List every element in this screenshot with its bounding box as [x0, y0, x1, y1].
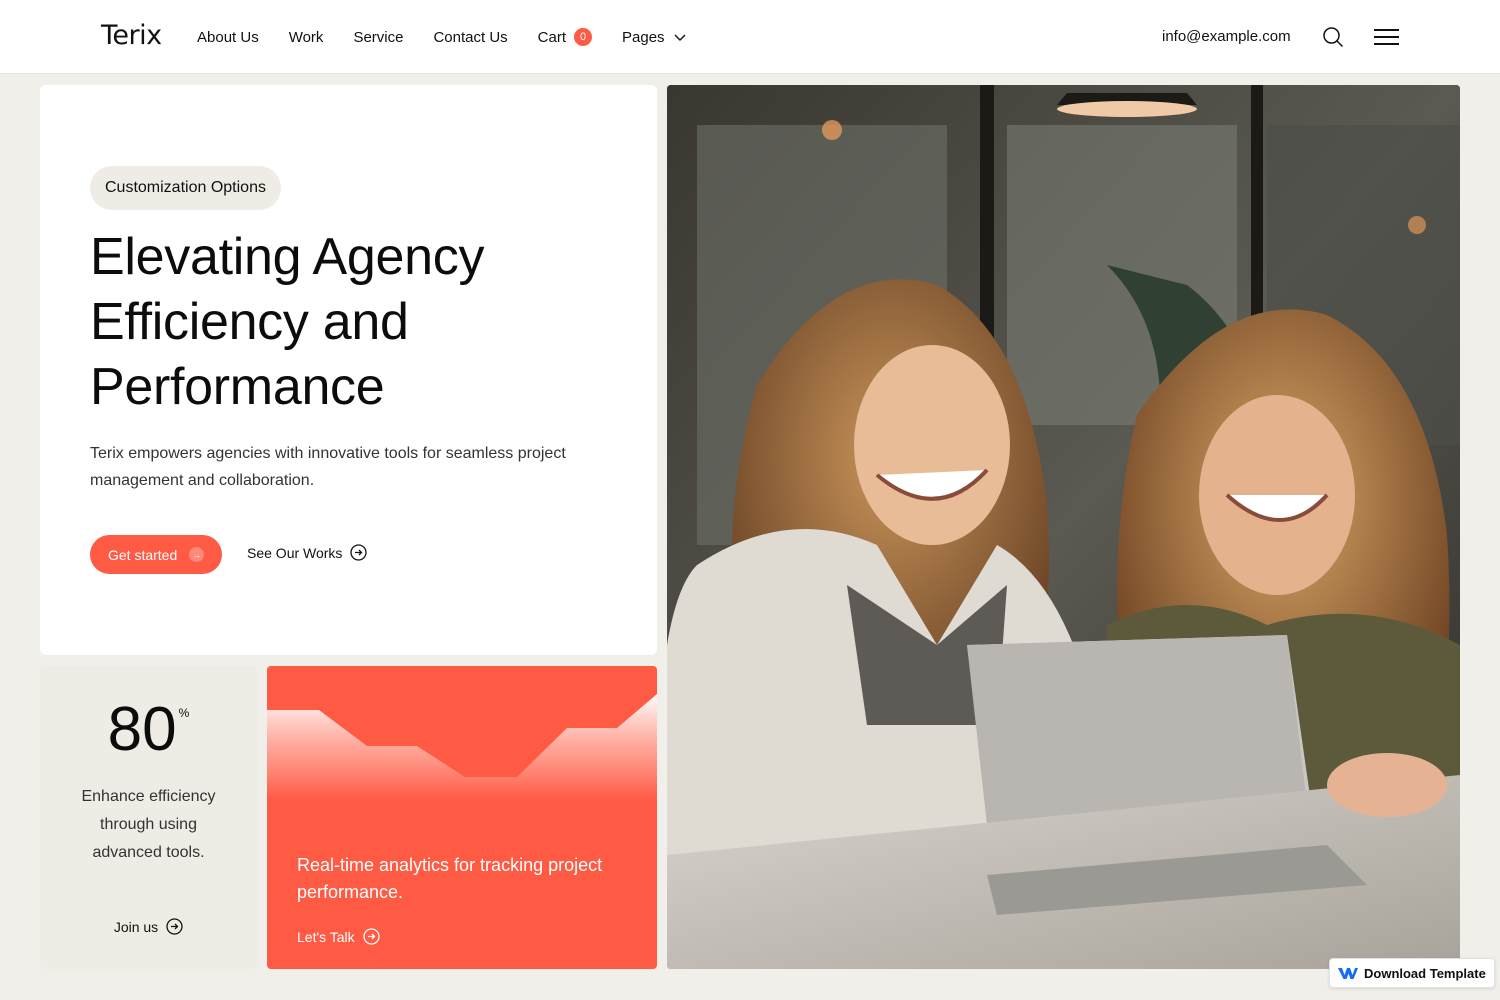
stat-card: 80% Enhance efficiency through using adv…: [40, 666, 257, 969]
nav-link-service[interactable]: Service: [353, 27, 403, 47]
join-us-link[interactable]: Join us: [40, 918, 257, 935]
hamburger-menu-icon[interactable]: [1374, 28, 1399, 46]
hero-title: Elevating Agency Efficiency and Performa…: [90, 228, 485, 416]
see-our-works-label: See Our Works: [247, 544, 343, 561]
get-started-label: Get started: [108, 546, 178, 563]
chevron-down-icon: [674, 34, 686, 41]
download-template-label: Download Template: [1364, 965, 1486, 981]
lets-talk-label: Let's Talk: [297, 928, 355, 945]
see-our-works-link[interactable]: See Our Works: [247, 544, 368, 561]
arrow-right-circle-icon: [166, 918, 183, 935]
brand-logo[interactable]: Terix: [101, 20, 162, 51]
join-us-label: Join us: [113, 918, 159, 935]
arrow-right-circle-icon: [363, 928, 380, 945]
site-header: Terix About Us Work Service Contact Us C…: [0, 0, 1500, 74]
analytics-area-graphic: [267, 694, 657, 836]
cart-count-badge: 0: [574, 28, 593, 46]
contact-email[interactable]: info@example.com: [1162, 28, 1291, 45]
webflow-logo-icon: [1338, 968, 1358, 979]
hero-card: Customization Options Elevating Agency E…: [40, 85, 657, 655]
two-women-laptop-image: [667, 85, 1460, 969]
get-started-button[interactable]: Get started →: [90, 535, 223, 574]
cart-label: Cart: [537, 28, 567, 46]
hero-badge: Customization Options: [90, 166, 281, 210]
nav-link-about-us[interactable]: About Us: [197, 27, 259, 47]
nav-dropdown-pages[interactable]: Pages: [622, 27, 687, 47]
download-template-button[interactable]: Download Template: [1329, 958, 1495, 988]
pages-label: Pages: [622, 28, 665, 46]
nav-link-cart[interactable]: Cart 0: [537, 27, 593, 47]
main-nav: About Us Work Service Contact Us Cart 0 …: [197, 27, 717, 47]
lets-talk-link[interactable]: Let's Talk: [297, 928, 380, 945]
stat-value: 80%: [107, 695, 190, 764]
nav-link-work[interactable]: Work: [289, 27, 324, 47]
nav-link-contact-us[interactable]: Contact Us: [433, 27, 507, 47]
search-icon[interactable]: [1322, 26, 1344, 48]
analytics-card: Real-time analytics for tracking project…: [267, 666, 657, 969]
arrow-right-icon: →: [189, 547, 205, 562]
arrow-right-circle-icon: [350, 544, 368, 561]
stat-description: Enhance efficiency through using advance…: [81, 788, 216, 861]
hero-photo: [667, 85, 1460, 969]
hero-description: Terix empowers agencies with innovative …: [90, 445, 566, 489]
stat-unit: %: [178, 706, 190, 720]
analytics-description: Real-time analytics for tracking project…: [297, 855, 603, 902]
